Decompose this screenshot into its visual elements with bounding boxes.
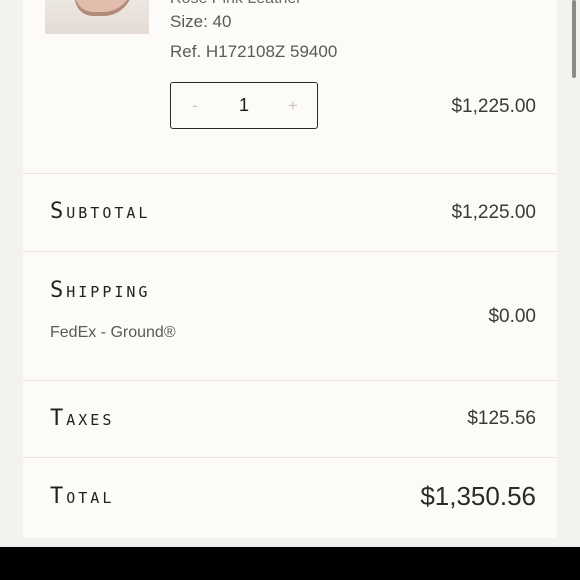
increment-button[interactable]: + — [285, 96, 301, 116]
product-size: Size: 40 — [170, 12, 232, 31]
divider — [23, 251, 557, 252]
product-image[interactable] — [45, 0, 149, 34]
subtotal-value: $1,225.00 — [451, 202, 536, 223]
taxes-label: Taxes — [50, 406, 115, 431]
line-item-price: $1,225.00 — [451, 96, 536, 117]
divider — [23, 380, 557, 381]
product-ref: Ref. H172108Z 59400 — [170, 42, 338, 61]
decrement-button[interactable]: - — [187, 96, 203, 116]
bottom-bar — [0, 547, 580, 580]
quantity-stepper[interactable]: - 1 + — [170, 82, 318, 129]
divider — [23, 173, 557, 174]
shipping-value: $0.00 — [488, 306, 536, 327]
total-label: Total — [50, 484, 115, 509]
shipping-label: Shipping — [50, 278, 151, 303]
order-summary-card: Rose Pink Leather Size: 40 Ref. H172108Z… — [23, 0, 557, 538]
scrollbar[interactable] — [572, 0, 576, 78]
shoe-icon — [75, 0, 133, 16]
subtotal-label: Subtotal — [50, 199, 151, 224]
total-value: $1,350.56 — [420, 481, 536, 511]
taxes-value: $125.56 — [467, 408, 536, 429]
shipping-method: FedEx - Ground® — [50, 324, 176, 341]
divider — [23, 457, 557, 458]
quantity-value[interactable]: 1 — [239, 95, 249, 116]
product-name: Rose Pink Leather — [170, 0, 302, 8]
